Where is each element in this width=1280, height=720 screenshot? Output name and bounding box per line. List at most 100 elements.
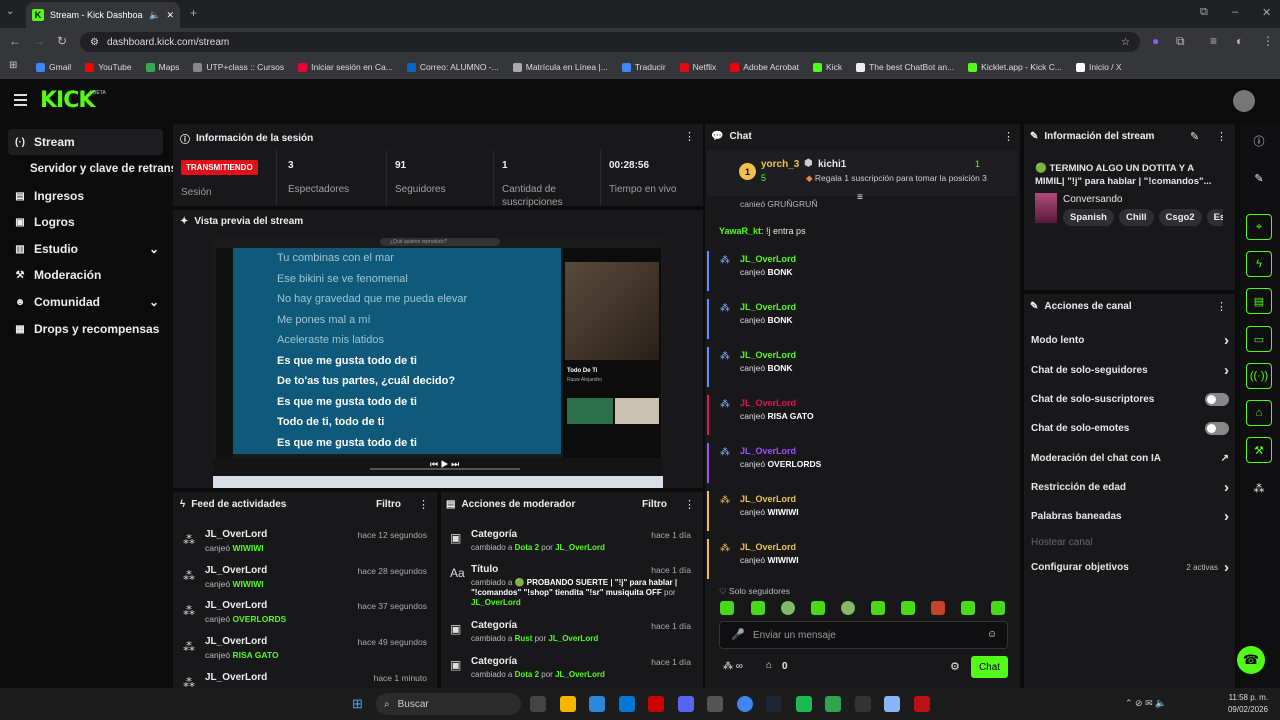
reload-icon[interactable]: ↻ xyxy=(57,34,67,48)
back-icon[interactable]: ← xyxy=(9,34,21,48)
toggle-switch[interactable] xyxy=(1205,392,1229,406)
minimize-icon[interactable]: – xyxy=(1232,6,1238,18)
hamburger-menu-icon[interactable] xyxy=(14,94,27,109)
channel-action[interactable]: Restricción de edad › xyxy=(1031,478,1229,496)
taskbar-app-icon[interactable] xyxy=(677,696,694,712)
store-rail-icon[interactable]: ⌂ xyxy=(1246,400,1272,426)
bookmark-item[interactable]: Kick xyxy=(813,62,842,72)
doc-rail-icon[interactable]: ▤ xyxy=(1246,288,1272,314)
mod-user[interactable]: JL_OverLord xyxy=(555,670,605,679)
bookmark-item[interactable]: Inicio / X xyxy=(1075,62,1122,72)
mod-user[interactable]: JL_OverLord xyxy=(471,598,521,607)
edit-icon[interactable]: ✎ xyxy=(1190,130,1199,143)
stream-tag[interactable]: Español xyxy=(1206,209,1223,226)
sidebar-item[interactable]: (·) Stream xyxy=(8,129,163,155)
bookmark-item[interactable]: Traducir xyxy=(621,62,666,72)
points-rail-icon[interactable]: ⁂ xyxy=(1246,475,1272,501)
modactions-menu-icon[interactable]: ⋮ xyxy=(684,498,695,511)
sidebar-item[interactable]: ☻ Comunidad ⌄ xyxy=(8,289,163,315)
feed-menu-icon[interactable]: ⋮ xyxy=(418,498,429,511)
channel-action-control[interactable]: 2 activas › xyxy=(1186,559,1229,576)
bookmark-item[interactable]: Matrícula en Línea |... xyxy=(512,62,608,72)
channel-action[interactable]: Moderación del chat con IA ↗ xyxy=(1031,449,1229,467)
browser-menu-icon[interactable]: ⋮ xyxy=(1262,34,1274,48)
feed-user[interactable]: JL_OverLord xyxy=(205,529,267,540)
bookmark-item[interactable]: UTP+class :: Cursos xyxy=(193,62,284,72)
forward-icon[interactable]: → xyxy=(33,34,45,48)
url-input[interactable]: ⚙ dashboard.kick.com/stream ☆ xyxy=(80,32,1140,52)
taskbar-app-icon[interactable] xyxy=(795,696,812,712)
taskbar-app-icon[interactable] xyxy=(530,696,546,712)
site-info-icon[interactable]: ⚙ xyxy=(90,37,99,48)
chevron-down-icon[interactable]: ⌄ xyxy=(149,242,159,256)
gifter-name[interactable]: yorch_3 xyxy=(761,159,799,170)
help-button[interactable]: ☎ xyxy=(1237,646,1265,674)
user-avatar[interactable] xyxy=(1233,90,1255,112)
speaker-icon[interactable]: 🔈 xyxy=(149,10,160,21)
stream-tag[interactable]: Spanish xyxy=(1063,209,1114,226)
emote-icon[interactable] xyxy=(811,601,825,615)
bookmark-item[interactable]: Adobe Acrobat xyxy=(730,62,799,72)
chat-user[interactable]: JL_OverLord xyxy=(740,494,796,504)
channel-action-control[interactable]: › xyxy=(1224,508,1229,525)
window-close-icon[interactable]: ✕ xyxy=(1262,6,1271,19)
channel-action-control[interactable]: › xyxy=(1224,332,1229,349)
channel-action[interactable]: Chat de solo-seguidores › xyxy=(1031,361,1229,379)
gifter-name-2[interactable]: kichi1 xyxy=(818,159,846,170)
store-icon[interactable]: ⌂ xyxy=(766,660,772,671)
bookmark-item[interactable]: Gmail xyxy=(36,62,71,72)
taskbar-app-icon[interactable] xyxy=(854,696,871,712)
taskbar-app-icon[interactable] xyxy=(707,696,723,712)
info-rail-icon[interactable]: ⓘ xyxy=(1246,128,1272,154)
channel-action[interactable]: Configurar objetivos 2 activas › xyxy=(1031,558,1229,576)
chat-user[interactable]: JL_OverLord xyxy=(740,542,796,552)
bookmark-item[interactable]: Correo: ALUMNO -... xyxy=(406,62,499,72)
feed-user[interactable]: JL_OverLord xyxy=(205,636,267,647)
bookmark-star-icon[interactable]: ☆ xyxy=(1121,37,1130,48)
kick-logo[interactable]: KICK xyxy=(40,88,95,113)
taskbar-app-icon[interactable] xyxy=(648,696,664,712)
bolt-rail-icon[interactable]: ϟ xyxy=(1246,251,1272,277)
feed-user[interactable]: JL_OverLord xyxy=(205,672,267,683)
chat-user[interactable]: JL_OverLord xyxy=(740,350,796,360)
channel-action[interactable]: Palabras baneadas › xyxy=(1031,507,1229,525)
emote-icon[interactable] xyxy=(961,601,975,615)
feed-filter[interactable]: Filtro xyxy=(376,499,401,510)
taskbar-app-icon[interactable] xyxy=(618,696,635,712)
profile-icon[interactable]: ⧉ xyxy=(1200,6,1208,19)
tab-menu-icon[interactable]: ⌄ xyxy=(6,6,14,17)
taskbar-search[interactable]: ⌕ Buscar xyxy=(376,693,521,715)
new-tab-icon[interactable]: + xyxy=(190,6,197,20)
channel-action-control[interactable]: ↗ xyxy=(1221,453,1229,464)
bookmark-item[interactable]: The best ChatBot an... xyxy=(856,62,954,72)
points-icon[interactable]: ⁂ ∞ xyxy=(723,661,743,672)
emote-icon[interactable] xyxy=(841,601,855,615)
channel-action-control[interactable]: › xyxy=(1224,362,1229,379)
emote-icon[interactable] xyxy=(931,601,945,615)
account-icon[interactable]: ◐ xyxy=(1236,34,1243,48)
chat-settings-icon[interactable]: ⚙ xyxy=(950,660,960,673)
taskbar-app-icon[interactable] xyxy=(884,696,900,712)
emote-icon[interactable] xyxy=(901,601,915,615)
taskbar-app-icon[interactable] xyxy=(736,696,753,712)
apps-icon[interactable]: ⊞ xyxy=(9,60,17,71)
toggle-switch[interactable] xyxy=(1205,421,1229,435)
tab-close-icon[interactable]: ✕ xyxy=(166,10,174,21)
scan-rail-icon[interactable]: ⌖ xyxy=(1246,214,1272,240)
channel-action[interactable]: Chat de solo-suscriptores xyxy=(1031,390,1229,408)
stream-tag[interactable]: Csgo2 xyxy=(1158,209,1202,226)
sidebar-item[interactable]: ▤ Ingresos xyxy=(8,183,163,209)
tray-icons[interactable]: ⌃ ⊘ ✉ 🔈 xyxy=(1125,698,1166,709)
live-rail-icon[interactable]: ((·)) xyxy=(1246,363,1272,389)
extension-icon[interactable]: ● xyxy=(1152,34,1159,48)
chat-send-button[interactable]: Chat xyxy=(971,656,1008,678)
taskbar-app-icon[interactable] xyxy=(559,696,576,712)
taskbar-app-icon[interactable] xyxy=(913,696,930,712)
bookmark-item[interactable]: Kicklet.app - Kick C... xyxy=(968,62,1062,72)
bookmark-item[interactable]: YouTube xyxy=(85,62,132,72)
channel-action-control[interactable]: › xyxy=(1224,479,1229,496)
channel-action[interactable]: Modo lento › xyxy=(1031,331,1229,349)
feed-user[interactable]: JL_OverLord xyxy=(205,600,267,611)
bookmark-item[interactable]: Maps xyxy=(145,62,179,72)
mod-user[interactable]: JL_OverLord xyxy=(555,543,605,552)
